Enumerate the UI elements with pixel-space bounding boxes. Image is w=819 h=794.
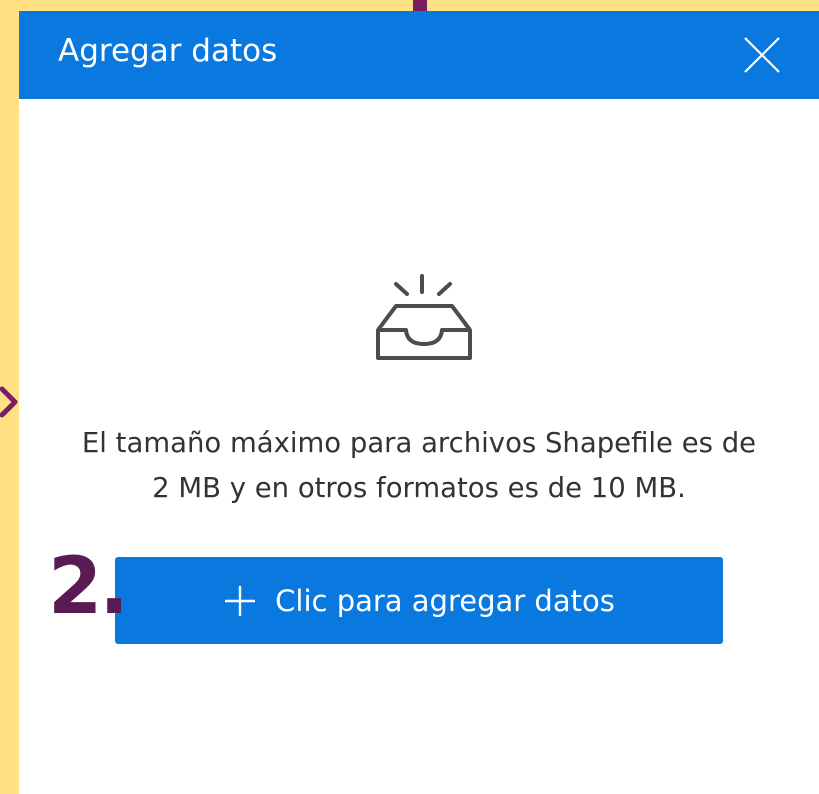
decorative-arrow-icon [0,385,19,419]
plus-icon [223,584,257,618]
add-data-button[interactable]: Clic para agregar datos [115,557,723,644]
step-number-annotation: 2. [48,542,129,632]
panel-header: Agregar datos [19,11,819,99]
upload-limits-message: El tamaño máximo para archivos Shapefile… [19,421,819,511]
close-icon[interactable] [740,33,784,77]
add-data-panel: Agregar datos El tamaño máximo para arch… [19,11,819,794]
message-line-1: El tamaño máximo para archivos Shapefile… [81,427,757,459]
message-line-2: 2 MB y en otros formatos es de 10 MB. [152,472,686,504]
inbox-icon [374,272,474,364]
panel-title: Agregar datos [58,33,278,69]
add-data-button-label: Clic para agregar datos [275,583,615,618]
